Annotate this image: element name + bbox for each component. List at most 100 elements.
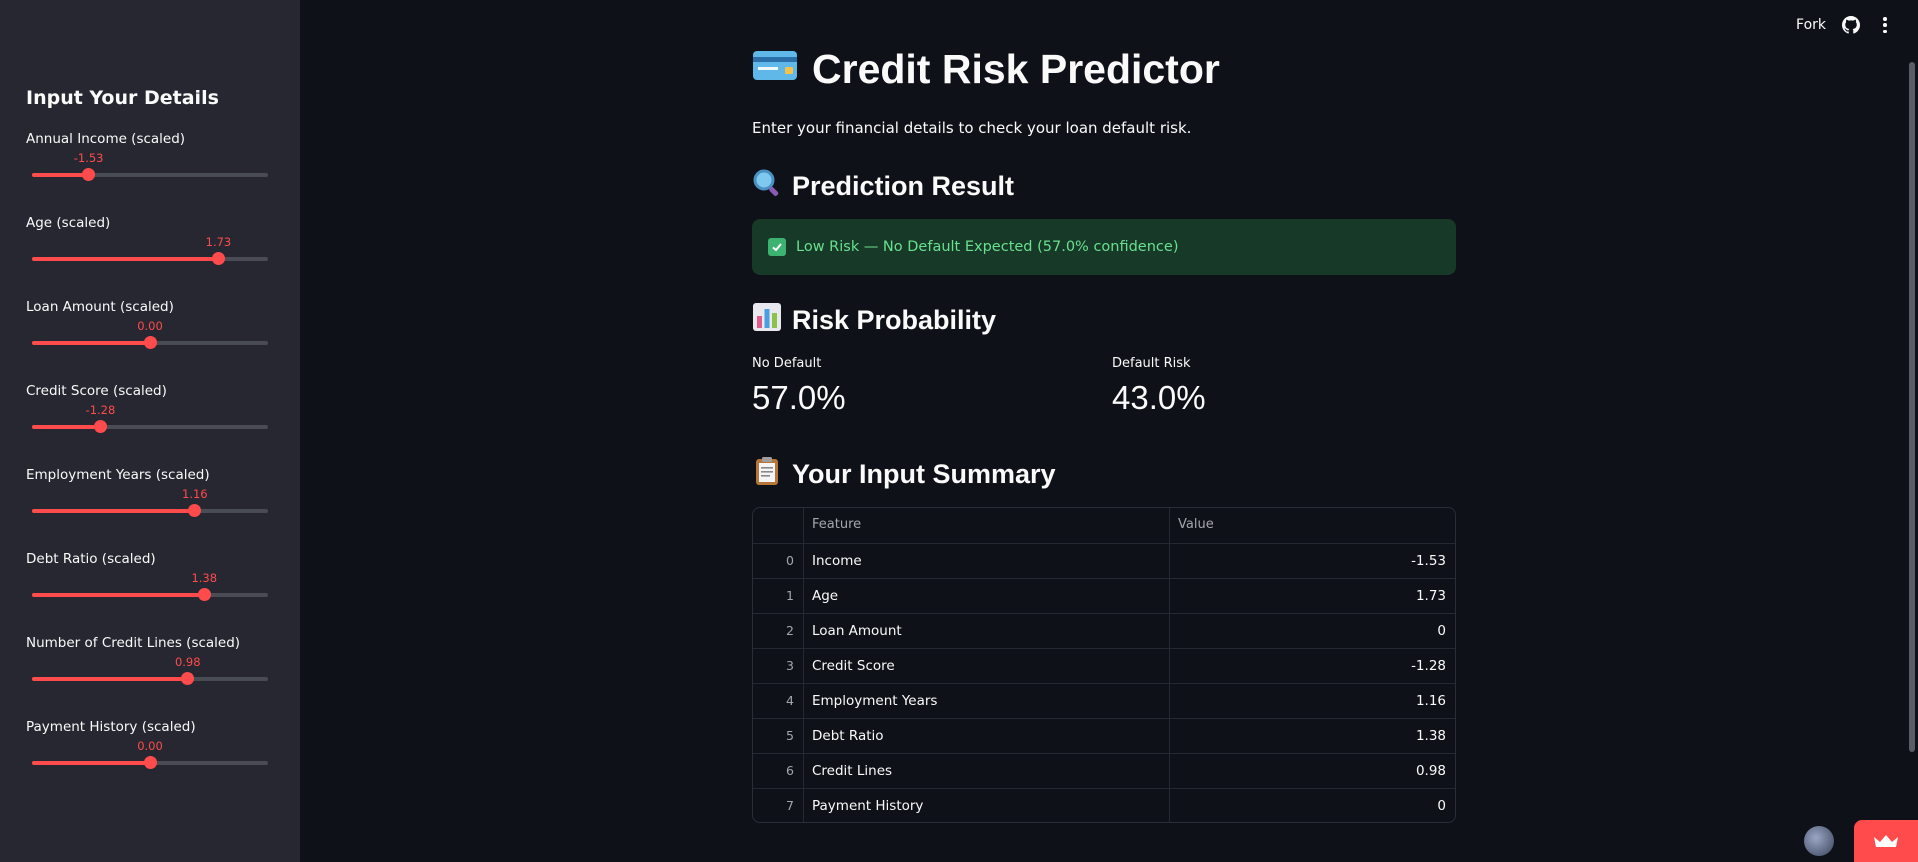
slider-track[interactable] [32, 420, 268, 433]
github-icon[interactable] [1842, 16, 1860, 34]
slider-thumb[interactable] [188, 504, 202, 517]
scroll-thumb[interactable] [1909, 62, 1915, 752]
sidebar-title: Input Your Details [26, 87, 219, 109]
slider-thumb[interactable] [143, 756, 157, 769]
fork-button[interactable]: Fork [1796, 17, 1826, 33]
slider-thumb[interactable] [197, 588, 211, 601]
metric-value: 43.0% [1112, 379, 1206, 416]
slider-track[interactable] [32, 168, 268, 181]
slider-track[interactable] [32, 336, 268, 349]
check-icon [768, 238, 786, 256]
slider-label: Loan Amount (scaled) [26, 299, 174, 315]
cell-value[interactable]: 0 [1170, 789, 1455, 822]
metric-label: No Default [752, 356, 822, 371]
slider-thumb[interactable] [143, 336, 157, 349]
row-index: 6 [753, 754, 804, 788]
slider-fill [32, 173, 89, 177]
slider-track[interactable] [32, 504, 268, 517]
index-header [753, 508, 804, 543]
loan-amount-slider[interactable]: Loan Amount (scaled) 0.00 [26, 299, 268, 379]
slider-label: Payment History (scaled) [26, 719, 196, 735]
cell-feature[interactable]: Credit Lines [804, 754, 1170, 788]
slider-track[interactable] [32, 672, 268, 685]
slider-track[interactable] [32, 588, 268, 601]
probability-heading: Risk Probability [752, 302, 996, 339]
slider-fill [32, 593, 205, 597]
table-row: 3 Credit Score -1.28 [753, 649, 1455, 684]
streamlit-badge[interactable] [1854, 820, 1918, 862]
slider-thumb[interactable] [82, 168, 96, 181]
slider-label: Annual Income (scaled) [26, 131, 186, 147]
slider-fill [32, 761, 150, 765]
age-slider[interactable]: Age (scaled) 1.73 [26, 215, 268, 295]
slider-value: -1.53 [73, 151, 104, 165]
cell-feature[interactable]: Employment Years [804, 684, 1170, 718]
slider-fill [32, 341, 150, 345]
clipboard-icon [752, 456, 782, 493]
slider-value: 0.00 [137, 319, 163, 333]
app-toolbar: Fork [1796, 16, 1894, 34]
user-avatar[interactable] [1804, 826, 1834, 856]
cell-value[interactable]: 0 [1170, 614, 1455, 648]
row-index: 2 [753, 614, 804, 648]
page-title: Credit Risk Predictor [752, 46, 1220, 93]
probability-heading-text: Risk Probability [792, 305, 997, 335]
slider-value: 0.00 [137, 739, 163, 753]
table-header: Feature Value [753, 508, 1455, 544]
slider-thumb[interactable] [181, 672, 195, 685]
main-menu-icon[interactable] [1876, 16, 1894, 34]
slider-label: Credit Score (scaled) [26, 383, 167, 399]
slider-fill [32, 257, 219, 261]
slider-value: 0.98 [174, 655, 201, 669]
cell-value[interactable]: 1.16 [1170, 684, 1455, 718]
annual-income-slider[interactable]: Annual Income (scaled) -1.53 [26, 131, 268, 211]
payment-history-slider[interactable]: Payment History (scaled) 0.00 [26, 719, 268, 799]
table-row: 7 Payment History 0 [753, 789, 1455, 822]
slider-fill [32, 677, 188, 681]
cell-value[interactable]: 1.73 [1170, 579, 1455, 613]
slider-track[interactable] [32, 756, 268, 769]
cell-value[interactable]: 0.98 [1170, 754, 1455, 788]
table-row: 6 Credit Lines 0.98 [753, 754, 1455, 789]
cell-feature[interactable]: Age [804, 579, 1170, 613]
alert-text: Low Risk — No Default Expected (57.0% co… [796, 239, 1179, 255]
table-row: 0 Income -1.53 [753, 544, 1455, 579]
credit-score-slider[interactable]: Credit Score (scaled) -1.28 [26, 383, 268, 463]
slider-thumb[interactable] [211, 252, 225, 265]
slider-fill [32, 425, 101, 429]
summary-heading: Your Input Summary [752, 456, 1056, 493]
cell-value[interactable]: -1.53 [1170, 544, 1455, 578]
prediction-heading: Prediction Result [752, 168, 1014, 205]
page-title-text: Credit Risk Predictor [812, 46, 1220, 92]
slider-value: 1.16 [182, 487, 208, 501]
input-summary-table[interactable]: Feature Value 0 Income -1.53 1 Age 1.73 … [752, 507, 1456, 823]
row-index: 7 [753, 789, 804, 822]
row-index: 3 [753, 649, 804, 683]
cell-feature[interactable]: Income [804, 544, 1170, 578]
slider-fill [32, 509, 195, 513]
prediction-heading-text: Prediction Result [792, 171, 1015, 201]
slider-value: 1.38 [191, 571, 218, 585]
table-row: 2 Loan Amount 0 [753, 614, 1455, 649]
slider-label: Employment Years (scaled) [26, 467, 210, 483]
cell-value[interactable]: -1.28 [1170, 649, 1455, 683]
page-subtitle: Enter your financial details to check yo… [752, 119, 1192, 137]
slider-value: -1.28 [85, 403, 116, 417]
employment-years-slider[interactable]: Employment Years (scaled) 1.16 [26, 467, 268, 547]
credit-lines-slider[interactable]: Number of Credit Lines (scaled) 0.98 [26, 635, 268, 715]
default-risk-metric: Default Risk 43.0% [1112, 356, 1206, 417]
column-header-feature[interactable]: Feature [804, 508, 1170, 543]
cell-feature[interactable]: Loan Amount [804, 614, 1170, 648]
cell-feature[interactable]: Debt Ratio [804, 719, 1170, 753]
no-default-metric: No Default 57.0% [752, 356, 846, 417]
slider-thumb[interactable] [93, 420, 107, 433]
slider-track[interactable] [32, 252, 268, 265]
crown-icon [1874, 835, 1898, 847]
scrollbar[interactable] [1906, 0, 1918, 862]
column-header-value[interactable]: Value [1170, 508, 1455, 543]
cell-feature[interactable]: Credit Score [804, 649, 1170, 683]
cell-value[interactable]: 1.38 [1170, 719, 1455, 753]
debt-ratio-slider[interactable]: Debt Ratio (scaled) 1.38 [26, 551, 268, 631]
cell-feature[interactable]: Payment History [804, 789, 1170, 822]
sidebar: Input Your Details Annual Income (scaled… [0, 0, 300, 862]
